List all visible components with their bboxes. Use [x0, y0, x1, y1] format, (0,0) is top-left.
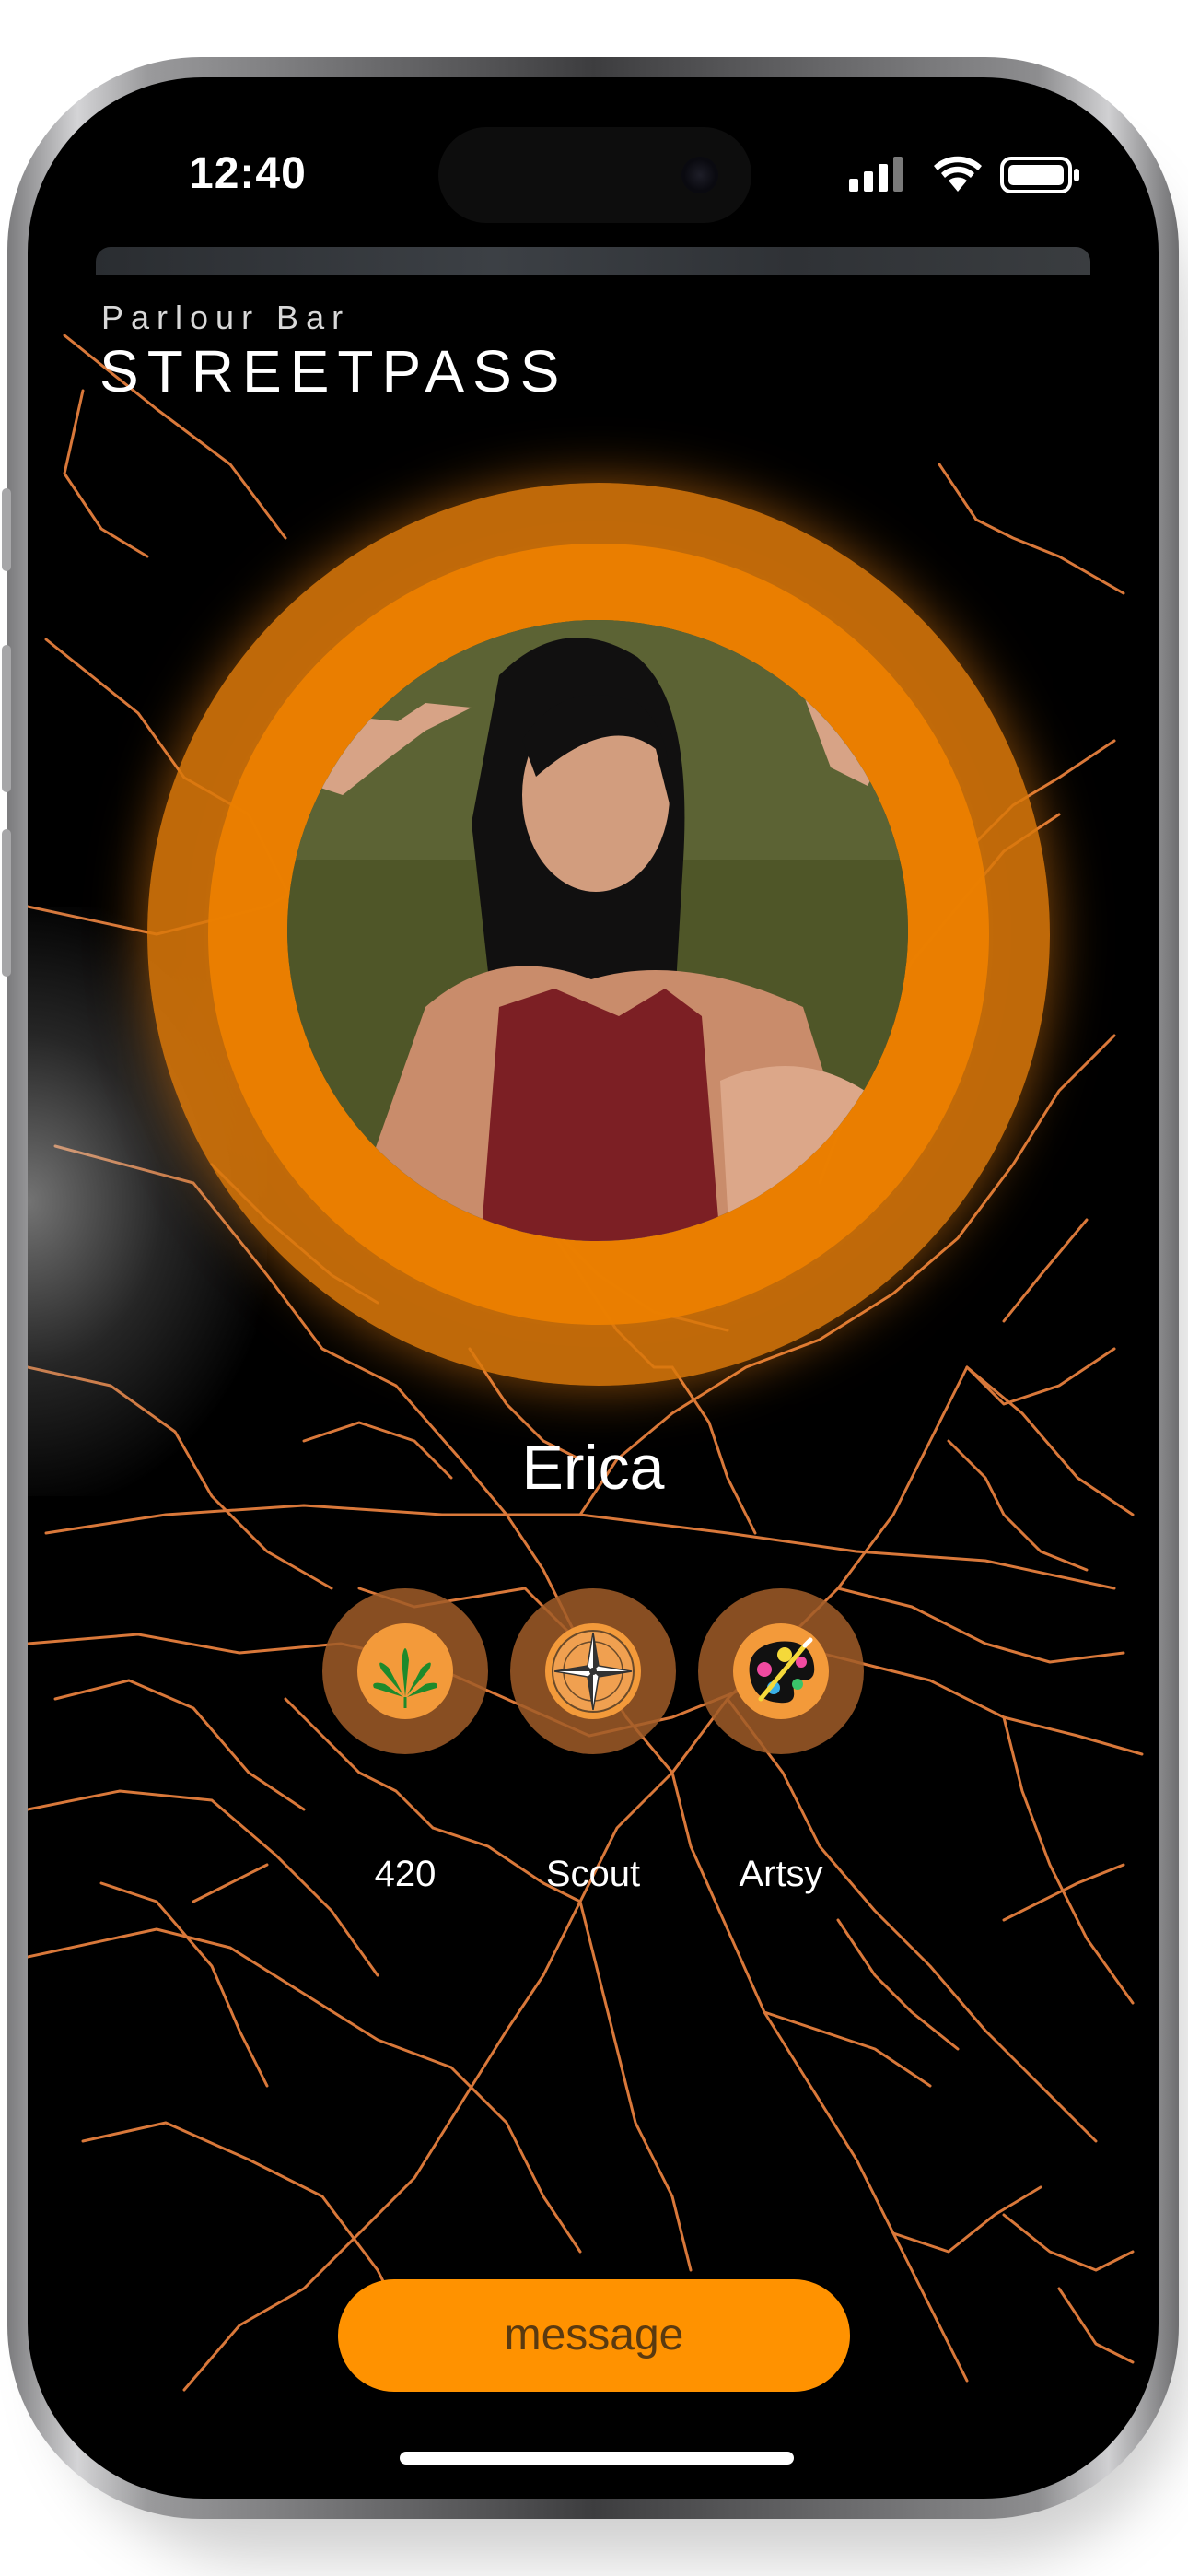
status-time: 12:40: [189, 149, 307, 198]
app-title: STREETPASS: [99, 338, 568, 404]
profile-name: Erica: [521, 1433, 665, 1503]
badge-scout[interactable]: [510, 1588, 676, 1754]
cellular-signal-icon: [849, 157, 903, 192]
badge-core: [545, 1623, 641, 1719]
badge-artsy[interactable]: [698, 1588, 864, 1754]
badge-core: [357, 1623, 453, 1719]
phone-screen: 12:40 Parlour Bar STREETPASS Erica 420 S…: [28, 77, 1159, 2499]
message-button[interactable]: message: [338, 2279, 850, 2392]
top-image-strip: [96, 247, 1090, 275]
profile-photo[interactable]: [287, 620, 908, 1241]
volume-up-button: [2, 645, 11, 792]
action-button: [2, 488, 11, 571]
volume-down-button: [2, 829, 11, 977]
badge-label-420: 420: [374, 1854, 437, 1894]
badge-label-artsy: Artsy: [739, 1854, 823, 1894]
page: 12:40 Parlour Bar STREETPASS Erica 420 S…: [0, 0, 1188, 2576]
home-indicator[interactable]: [400, 2452, 794, 2465]
front-camera-icon: [681, 157, 718, 193]
badge-label-scout: Scout: [545, 1854, 641, 1894]
cannabis-leaf-icon: [373, 1648, 437, 1708]
wifi-icon: [934, 156, 982, 192]
dynamic-island: [438, 127, 751, 223]
battery-icon: [1000, 157, 1079, 193]
compass-rose-icon: [552, 1630, 635, 1713]
status-icons: [849, 156, 1079, 193]
venue-label: Parlour Bar: [101, 299, 351, 336]
badge-420[interactable]: [322, 1588, 488, 1754]
paint-palette-icon: [749, 1637, 815, 1704]
badge-core: [733, 1623, 829, 1719]
profile-photo-illustration: [287, 620, 908, 1241]
